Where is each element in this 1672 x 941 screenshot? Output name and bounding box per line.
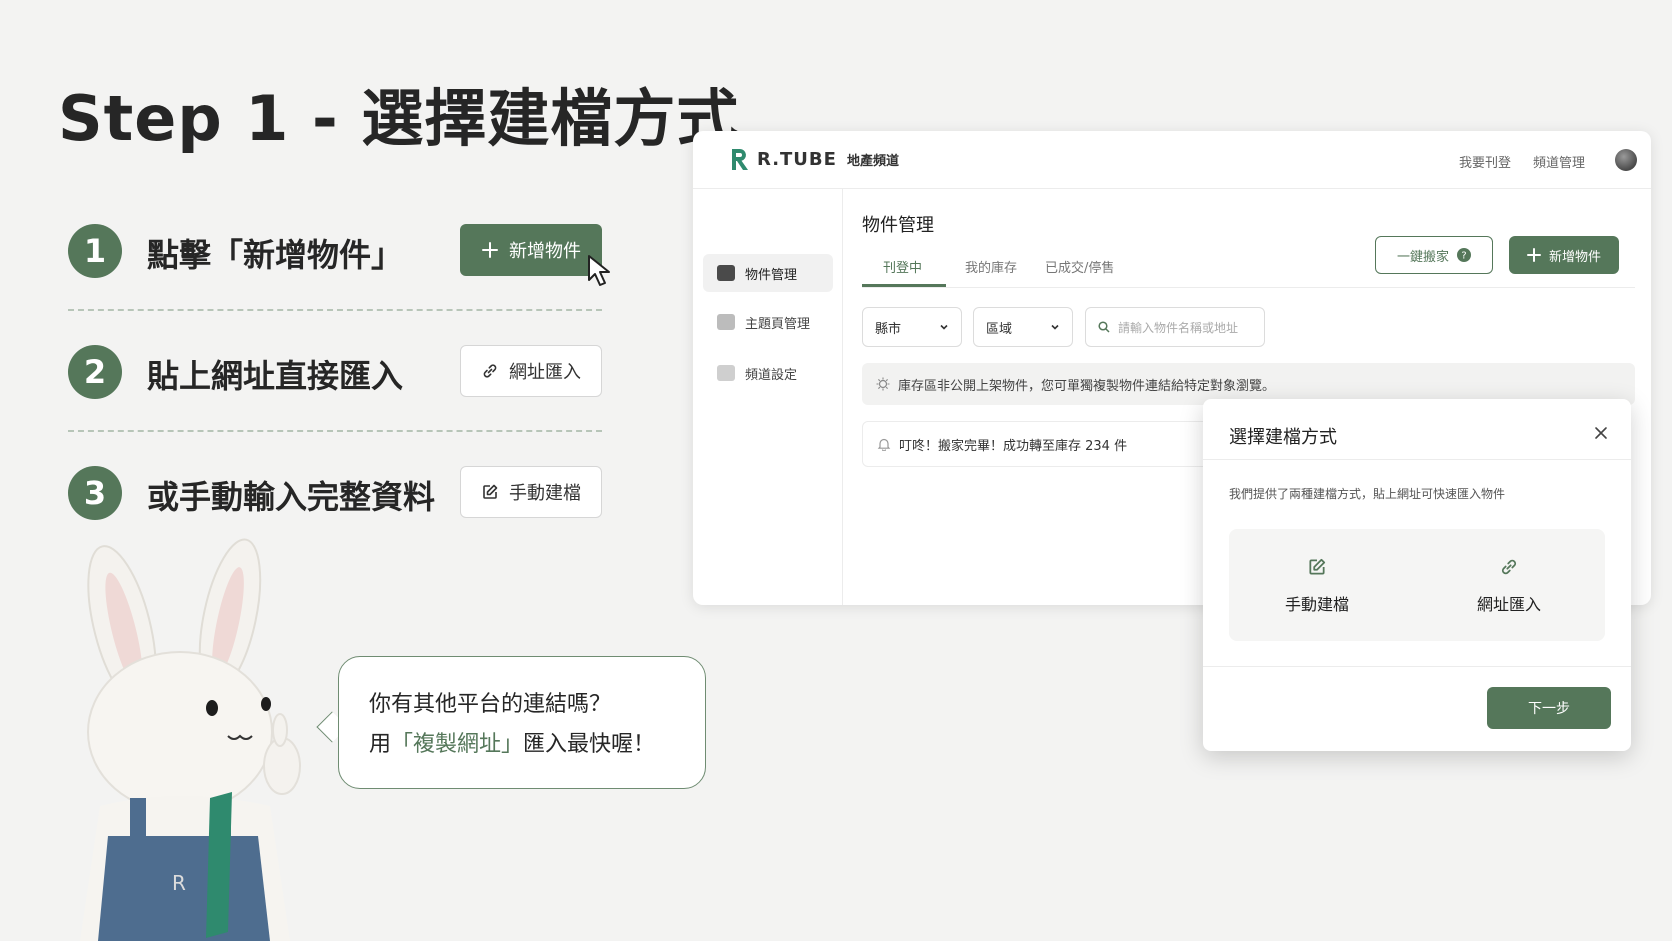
- option-url-import[interactable]: 網址匯入: [1439, 557, 1579, 615]
- active-tab-indicator: [862, 284, 946, 287]
- rabbit-mascot-illustration: R: [80, 538, 301, 941]
- url-import-button[interactable]: 網址匯入: [460, 345, 602, 397]
- speech-bubble: 你有其他平台的連結嗎？ 用「複製網址」匯入最快喔！: [338, 656, 706, 789]
- step-number-1: 1: [68, 224, 122, 278]
- step-number-2: 2: [68, 345, 122, 399]
- lightbulb-icon: [876, 377, 890, 391]
- svg-text:R: R: [172, 871, 186, 895]
- manual-create-label: 手動建檔: [509, 483, 581, 504]
- inbox-icon: [717, 265, 735, 281]
- modal-title: 選擇建檔方式: [1229, 427, 1337, 448]
- area-select[interactable]: 區域: [973, 307, 1073, 347]
- settings-wand-icon: [717, 365, 735, 381]
- search-icon: [1098, 321, 1110, 333]
- rtube-logo: R.TUBE 地產頻道: [729, 146, 899, 172]
- header-link-post[interactable]: 我要刊登: [1459, 152, 1511, 171]
- step-divider: [68, 430, 602, 432]
- sidebar-item-theme-pages[interactable]: 主題頁管理: [703, 303, 833, 341]
- step-divider: [68, 309, 602, 311]
- bubble-line-1: 你有其他平台的連結嗎？: [369, 692, 612, 717]
- add-listing-button[interactable]: 新增物件: [460, 224, 602, 276]
- modal-description: 我們提供了兩種建檔方式，貼上網址可快速匯入物件: [1229, 487, 1506, 501]
- page-title: Step 1 - 選擇建檔方式: [58, 82, 740, 155]
- sidebar-item-channel-settings[interactable]: 頻道設定: [703, 354, 833, 392]
- chevron-down-icon: [1051, 324, 1059, 330]
- chevron-down-icon: [940, 324, 948, 330]
- edit-icon: [483, 484, 498, 499]
- header-link-channel[interactable]: 頻道管理: [1533, 152, 1585, 171]
- sidebar-item-listings[interactable]: 物件管理: [703, 254, 833, 292]
- bell-icon: [877, 438, 891, 451]
- close-icon[interactable]: [1593, 425, 1609, 441]
- step-number-3: 3: [68, 466, 122, 520]
- link-icon: [483, 364, 497, 378]
- step-text-1: 點擊「新增物件」: [147, 236, 404, 274]
- app-header: R.TUBE 地產頻道 我要刊登 頻道管理: [693, 131, 1651, 189]
- manual-create-button[interactable]: 手動建檔: [460, 466, 602, 518]
- app-sidebar: 物件管理 主題頁管理 頻道設定: [693, 189, 843, 605]
- url-import-label: 網址匯入: [509, 362, 581, 383]
- modal-footer-divider: [1203, 666, 1631, 667]
- bubble-highlight: 「複製網址」: [391, 732, 524, 757]
- listings-title: 物件管理: [862, 215, 934, 236]
- one-click-move-button[interactable]: 一鍵搬家 ?: [1375, 236, 1493, 274]
- next-step-button[interactable]: 下一步: [1487, 687, 1611, 729]
- add-listing-label: 新增物件: [509, 241, 581, 262]
- app-add-listing-button[interactable]: 新增物件: [1509, 236, 1619, 274]
- tabs-divider: [862, 287, 1635, 288]
- modal-divider: [1203, 459, 1631, 460]
- rtube-logo-icon: [732, 149, 748, 170]
- pages-icon: [717, 314, 735, 330]
- svg-text:?: ?: [1461, 251, 1466, 262]
- tab-sold[interactable]: 已成交/停售: [1045, 257, 1114, 276]
- city-select[interactable]: 縣市: [862, 307, 962, 347]
- option-manual-create[interactable]: 手動建檔: [1247, 557, 1387, 615]
- step-text-2: 貼上網址直接匯入: [147, 357, 404, 395]
- tab-inventory[interactable]: 我的庫存: [965, 257, 1017, 276]
- link-icon: [1501, 559, 1517, 575]
- choose-method-modal: 選擇建檔方式 我們提供了兩種建檔方式，貼上網址可快速匯入物件 手動建檔 網址匯入…: [1203, 399, 1631, 751]
- help-icon: ?: [1457, 248, 1471, 262]
- cursor-pointer-icon: [588, 255, 610, 286]
- move-complete-toast: 叮咚！搬家完畢！成功轉至庫存 234 件: [862, 421, 1262, 467]
- method-options: 手動建檔 網址匯入: [1229, 529, 1605, 641]
- bubble-line-2: 用「複製網址」匯入最快喔！: [369, 732, 656, 757]
- plus-icon: [482, 242, 498, 258]
- user-avatar[interactable]: [1615, 149, 1637, 171]
- listing-search-input[interactable]: 請輸入物件名稱或地址: [1085, 307, 1265, 347]
- plus-icon: [1526, 248, 1541, 262]
- tab-listed[interactable]: 刊登中: [883, 257, 922, 276]
- step-text-3: 或手動輸入完整資料: [147, 478, 436, 516]
- edit-icon: [1309, 558, 1326, 575]
